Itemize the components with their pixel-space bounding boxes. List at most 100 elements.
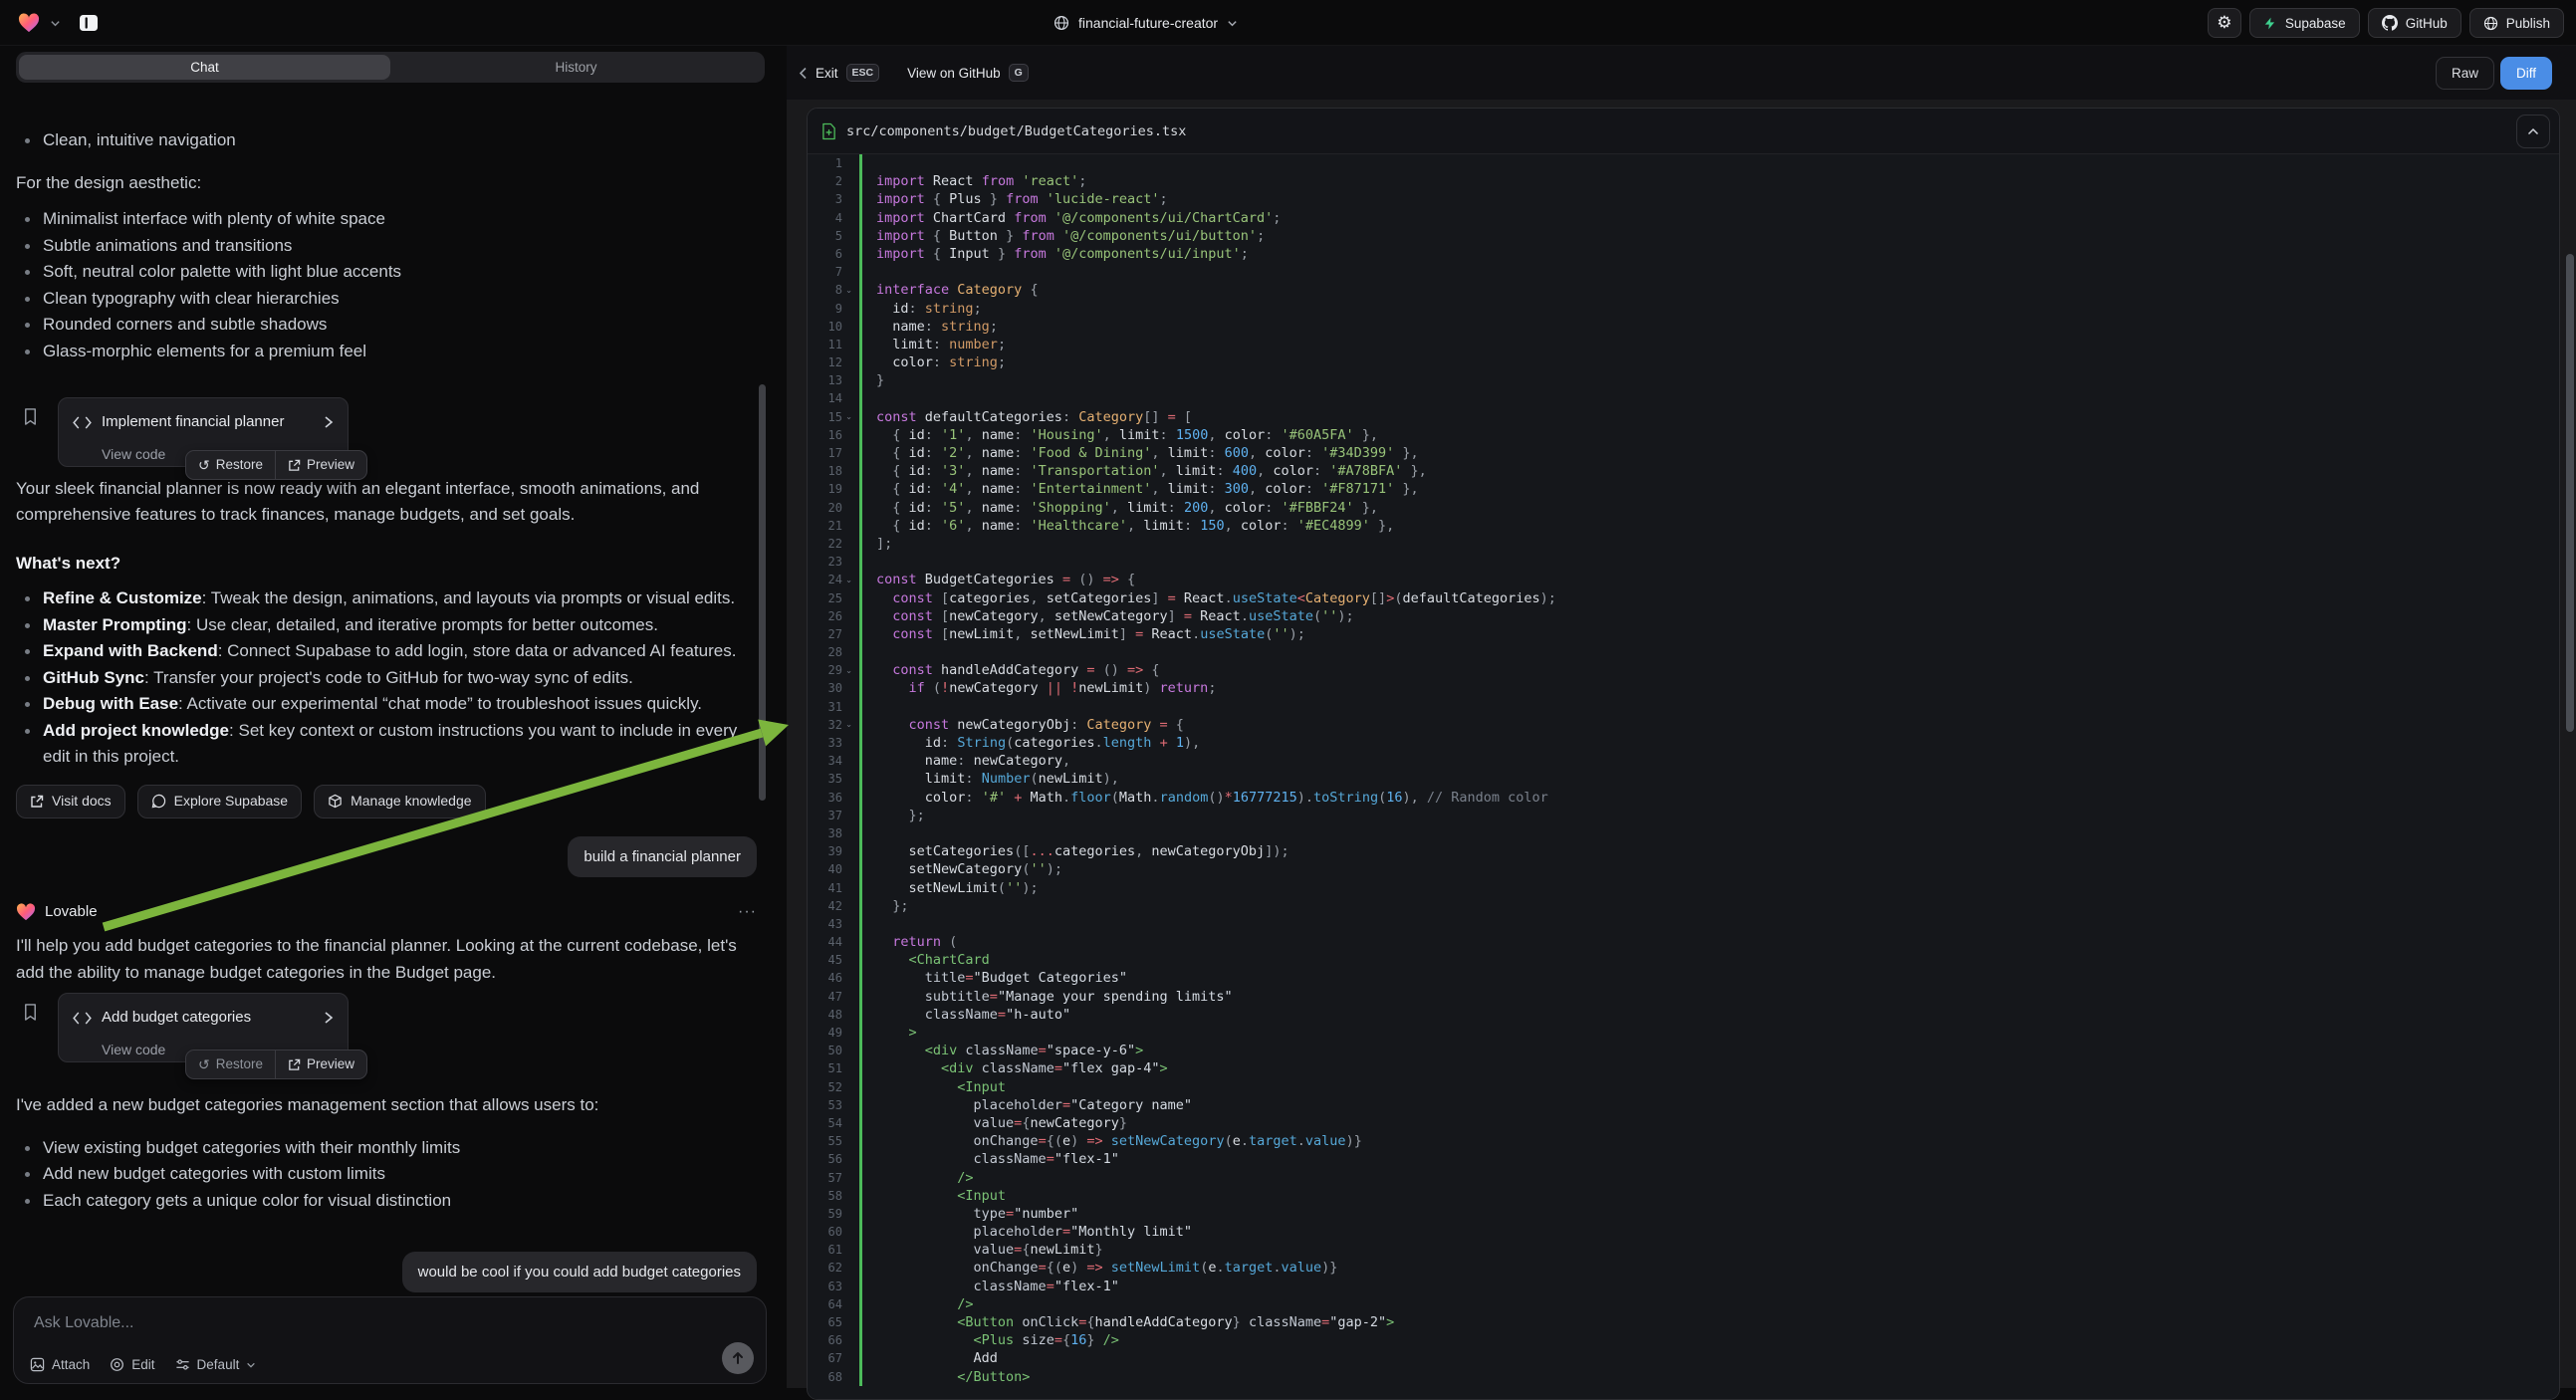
more-menu-icon[interactable]: ··· (738, 899, 757, 926)
settings-button[interactable]: ⚙ (2208, 8, 2241, 38)
code-line: 20 { id: '5', name: 'Shopping', limit: 2… (808, 499, 2559, 517)
user-message: build a financial planner (568, 836, 757, 877)
code-line: 33 id: String(categories.length + 1), (808, 734, 2559, 752)
code-line: 4import ChartCard from '@/components/ui/… (808, 209, 2559, 227)
composer-input[interactable]: Ask Lovable... (34, 1314, 134, 1332)
code-line: 54 value={newCategory} (808, 1114, 2559, 1132)
raw-toggle-button[interactable]: Raw (2436, 57, 2494, 90)
restore-button[interactable]: ↺ Restore (186, 451, 275, 479)
sidebar-toggle-icon[interactable] (79, 14, 99, 32)
tab-chat[interactable]: Chat (19, 55, 390, 80)
code-scrollbar[interactable] (2566, 254, 2574, 732)
code-line: 38 (808, 824, 2559, 842)
chevron-right-icon (324, 1011, 334, 1025)
project-chevron-down-icon (1227, 18, 1238, 29)
code-line: 1 (808, 154, 2559, 172)
code-line: 19 { id: '4', name: 'Entertainment', lim… (808, 480, 2559, 498)
code-viewer-panel: Exit ESC View on GitHub G Raw Diff src/c… (787, 46, 2576, 1388)
code-line: 63 className="flex-1" (808, 1278, 2559, 1295)
file-path: src/components/budget/BudgetCategories.t… (846, 123, 1186, 139)
send-button[interactable] (722, 1342, 754, 1374)
list-item: Clean typography with clear hierarchies (16, 286, 757, 313)
restore-preview-pill: ↺ Restore Preview (185, 450, 367, 480)
code-line: 30 if (!newCategory || !newLimit) return… (808, 679, 2559, 697)
preview-button[interactable]: Preview (276, 451, 366, 479)
explore-supabase-button[interactable]: Explore Supabase (137, 785, 302, 818)
edit-button[interactable]: Edit (110, 1357, 154, 1372)
publish-globe-icon (2483, 16, 2498, 31)
tab-history[interactable]: History (390, 55, 762, 80)
esc-kbd-badge: ESC (846, 64, 880, 82)
list-item: Rounded corners and subtle shadows (16, 312, 757, 339)
code-line: 28 (808, 643, 2559, 661)
lovable-logo-icon[interactable] (18, 13, 40, 33)
chat-messages: Clean, intuitive navigation For the desi… (16, 127, 757, 1292)
restore-preview-pill: ↺ Restore Preview (185, 1050, 367, 1079)
view-on-github-button[interactable]: View on GitHub G (907, 64, 1029, 82)
code-line: 64 /> (808, 1295, 2559, 1313)
knowledge-box-icon (328, 794, 343, 809)
project-switcher[interactable]: financial-future-creator (1054, 0, 1238, 46)
composer[interactable]: Ask Lovable... Attach Edit Default (13, 1296, 767, 1384)
github-button[interactable]: GitHub (2368, 8, 2461, 38)
code-line: 11 limit: number; (808, 336, 2559, 353)
fold-icon[interactable]: ⌄ (843, 285, 854, 296)
list-item: Add project knowledge: Set key context o… (16, 718, 757, 771)
logo-chevron-down-icon[interactable] (50, 18, 61, 29)
manage-knowledge-button[interactable]: Manage knowledge (314, 785, 485, 818)
collapse-file-button[interactable] (2516, 115, 2550, 148)
supabase-icon (2263, 16, 2277, 31)
list-item: Subtle animations and transitions (16, 233, 757, 260)
code-line: 59 type="number" (808, 1205, 2559, 1223)
version-card-title: Implement financial planner (102, 409, 314, 436)
g-kbd-badge: G (1009, 64, 1029, 82)
fold-icon[interactable]: ⌄ (843, 575, 854, 585)
code-line: 8⌄interface Category { (808, 281, 2559, 299)
mode-select[interactable]: Default (175, 1357, 257, 1372)
code-container: src/components/budget/BudgetCategories.t… (787, 100, 2576, 1388)
code-icon (73, 416, 92, 429)
publish-button[interactable]: Publish (2469, 8, 2564, 38)
chat-bubble-icon (151, 794, 166, 809)
list-item: Soft, neutral color palette with light b… (16, 259, 757, 286)
fold-icon[interactable]: ⌄ (843, 719, 854, 730)
list-item: Glass-morphic elements for a premium fee… (16, 339, 757, 365)
visit-docs-button[interactable]: Visit docs (16, 785, 125, 818)
code-line: 3import { Plus } from 'lucide-react'; (808, 190, 2559, 208)
diff-toggle-button[interactable]: Diff (2500, 57, 2552, 90)
code-line: 2import React from 'react'; (808, 172, 2559, 190)
code-line: 42 }; (808, 897, 2559, 915)
chat-history-tabs: Chat History (16, 52, 765, 83)
assistant-header: Lovable ··· (16, 899, 757, 926)
file-added-icon (821, 122, 836, 140)
design-bullet-list: Minimalist interface with plenty of whit… (16, 206, 757, 364)
code-line: 44 return ( (808, 933, 2559, 951)
assistant-message: I'll help you add budget categories to t… (16, 933, 757, 986)
chat-scrollbar[interactable] (759, 384, 766, 801)
chevron-down-icon (246, 1360, 256, 1370)
external-link-icon (288, 1058, 301, 1071)
supabase-button[interactable]: Supabase (2249, 8, 2360, 38)
assistant-name: Lovable (45, 899, 98, 926)
globe-icon (1054, 15, 1069, 31)
exit-button[interactable]: Exit ESC (799, 64, 879, 82)
fold-icon[interactable]: ⌄ (843, 665, 854, 676)
code-line: 68 </Button> (808, 1368, 2559, 1386)
code-line: 26 const [newCategory, setNewCategory] =… (808, 607, 2559, 625)
preview-button[interactable]: Preview (276, 1050, 366, 1078)
code-line: 7 (808, 263, 2559, 281)
code-line: 21 { id: '6', name: 'Healthcare', limit:… (808, 517, 2559, 535)
suggestion-buttons: Visit docs Explore Supabase Manage knowl… (16, 785, 757, 818)
code-line: 58 <Input (808, 1187, 2559, 1205)
file-card-header[interactable]: src/components/budget/BudgetCategories.t… (808, 109, 2559, 154)
bookmark-icon[interactable] (22, 1003, 39, 1022)
code-line: 12 color: string; (808, 353, 2559, 371)
bookmark-icon[interactable] (22, 407, 39, 426)
restore-button[interactable]: ↺ Restore (186, 1050, 275, 1078)
code-line: 49 > (808, 1024, 2559, 1042)
whats-next-heading: What's next? (16, 551, 757, 578)
code-line: 61 value={newLimit} (808, 1241, 2559, 1259)
fold-icon[interactable]: ⌄ (843, 411, 854, 422)
attach-button[interactable]: Attach (30, 1357, 90, 1372)
code-line: 65 <Button onClick={handleAddCategory} c… (808, 1313, 2559, 1331)
